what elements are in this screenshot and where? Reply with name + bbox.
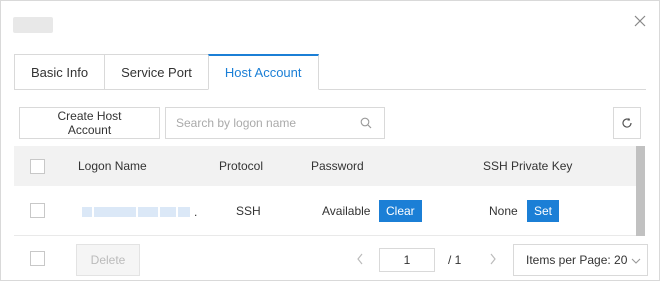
table-footer: Delete / 1 Items per Page: 20 bbox=[14, 242, 648, 276]
host-account-table: Logon Name Protocol Password SSH Private… bbox=[14, 146, 636, 236]
dialog-title-redacted bbox=[13, 17, 53, 33]
ssh-key-status: None bbox=[489, 203, 518, 218]
host-account-dialog: Basic Info Service Port Host Account Cre… bbox=[0, 0, 660, 281]
clear-password-label[interactable]: Clear bbox=[379, 199, 422, 222]
tab-host-account[interactable]: Host Account bbox=[207, 54, 319, 90]
chevron-right-icon[interactable] bbox=[488, 252, 498, 266]
search-icon[interactable] bbox=[360, 117, 372, 129]
create-host-account-button[interactable]: Create Host Account bbox=[19, 107, 160, 139]
logon-name-redacted: . bbox=[82, 205, 197, 219]
row-checkbox[interactable] bbox=[30, 203, 45, 218]
table-scrollbar[interactable] bbox=[636, 146, 645, 236]
set-ssh-key-label[interactable]: Set bbox=[527, 199, 560, 222]
set-ssh-key-button[interactable]: Set bbox=[527, 199, 560, 222]
tab-bar: Basic Info Service Port Host Account bbox=[14, 54, 319, 90]
search-box bbox=[165, 107, 385, 139]
items-per-page-select[interactable]: Items per Page: 20 bbox=[513, 244, 648, 276]
refresh-button[interactable] bbox=[613, 107, 641, 139]
chevron-down-icon bbox=[631, 258, 641, 264]
footer-select-all-checkbox[interactable] bbox=[30, 251, 45, 266]
chevron-left-icon[interactable] bbox=[355, 252, 365, 266]
logon-name-suffix: . bbox=[194, 205, 198, 219]
clear-password-button[interactable]: Clear bbox=[379, 199, 422, 222]
column-protocol: Protocol bbox=[219, 159, 264, 173]
total-pages: / 1 bbox=[448, 253, 462, 267]
page-number-input[interactable] bbox=[379, 248, 435, 272]
close-icon[interactable] bbox=[631, 12, 649, 30]
delete-button[interactable]: Delete bbox=[76, 244, 140, 276]
search-input[interactable] bbox=[166, 108, 346, 138]
tab-divider bbox=[14, 89, 646, 90]
password-status: Available bbox=[322, 203, 371, 218]
table-header: Logon Name Protocol Password SSH Private… bbox=[14, 146, 636, 186]
refresh-icon bbox=[622, 117, 632, 128]
tab-basic-info[interactable]: Basic Info bbox=[14, 54, 106, 90]
tab-service-port[interactable]: Service Port bbox=[104, 54, 209, 90]
items-per-page-label: Items per Page: 20 bbox=[526, 253, 628, 267]
column-ssh-private-key: SSH Private Key bbox=[483, 159, 573, 173]
column-password: Password bbox=[311, 159, 364, 173]
table-row: . SSH Available Clear None Set bbox=[14, 186, 636, 236]
toolbar: Create Host Account bbox=[19, 107, 641, 139]
protocol-value: SSH bbox=[236, 203, 261, 218]
select-all-checkbox[interactable] bbox=[30, 158, 45, 174]
column-logon-name: Logon Name bbox=[78, 159, 147, 173]
